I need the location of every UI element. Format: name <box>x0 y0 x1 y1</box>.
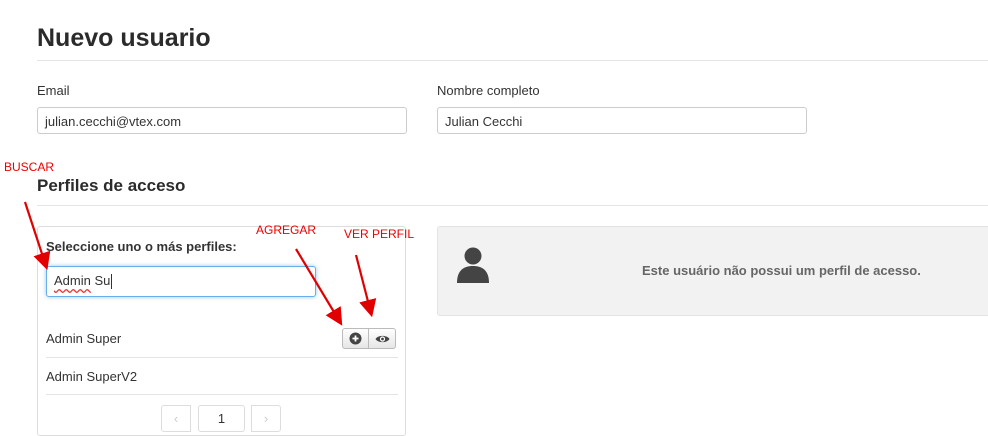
ver-perfil-arrow <box>354 254 377 318</box>
annotation-arrows <box>23 201 377 326</box>
buscar-arrow <box>23 201 51 271</box>
agregar-arrow <box>295 248 343 326</box>
